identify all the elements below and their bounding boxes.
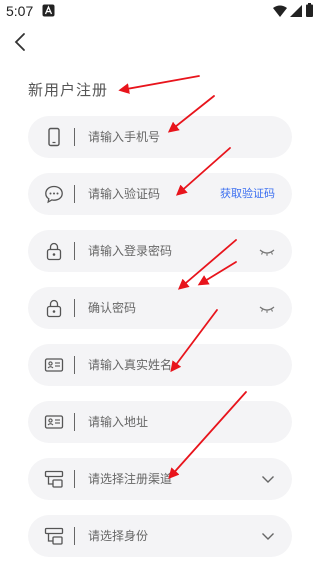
lock-icon [46,299,62,318]
phone-icon [48,127,60,147]
real-name-field[interactable]: 请输入真实姓名 [28,344,292,386]
chevron-down-icon[interactable] [261,526,275,546]
real-name-input[interactable]: 请输入真实姓名 [88,356,172,374]
battery-icon [306,3,313,17]
confirm-password-field[interactable]: 确认密码 [28,287,292,329]
field-separator [74,299,75,317]
field-separator [74,242,75,260]
verify-code-field[interactable]: 请输入验证码 获取验证码 [28,173,292,215]
eye-closed-icon[interactable] [259,241,275,261]
get-verify-code-button[interactable]: 获取验证码 [220,184,275,204]
phone-input[interactable]: 请输入手机号 [88,128,160,146]
identity-select[interactable]: 请选择身份 [28,515,292,557]
lock-icon [46,242,62,261]
field-separator [74,470,75,488]
password-input[interactable]: 请输入登录密码 [88,242,172,260]
verify-code-input[interactable]: 请输入验证码 [88,185,160,203]
id-card-icon [44,415,64,429]
status-time: 5:07 [6,3,34,19]
id-card-icon [44,358,64,372]
wifi-icon [273,5,287,17]
confirm-password-input[interactable]: 确认密码 [88,299,136,317]
phone-field[interactable]: 请输入手机号 [28,116,292,158]
field-separator [74,413,75,431]
address-field[interactable]: 请输入地址 [28,401,292,443]
a-notification-icon [42,4,55,17]
address-input[interactable]: 请输入地址 [88,413,148,431]
message-icon [45,185,63,204]
field-separator [74,185,75,203]
field-separator [74,356,75,374]
identity-select-label[interactable]: 请选择身份 [88,527,148,545]
field-separator [74,527,75,545]
password-field[interactable]: 请输入登录密码 [28,230,292,272]
back-chevron-icon[interactable] [12,31,30,53]
chevron-down-icon[interactable] [261,469,275,489]
page-title: 新用户注册 [28,81,109,99]
signal-icon [290,5,302,17]
eye-closed-icon[interactable] [259,298,275,318]
channel-icon [44,527,64,545]
channel-select-label[interactable]: 请选择注册渠道 [88,470,172,488]
field-separator [74,128,75,146]
channel-select[interactable]: 请选择注册渠道 [28,458,292,500]
channel-icon [44,470,64,488]
status-bar: 5:07 [0,0,320,22]
